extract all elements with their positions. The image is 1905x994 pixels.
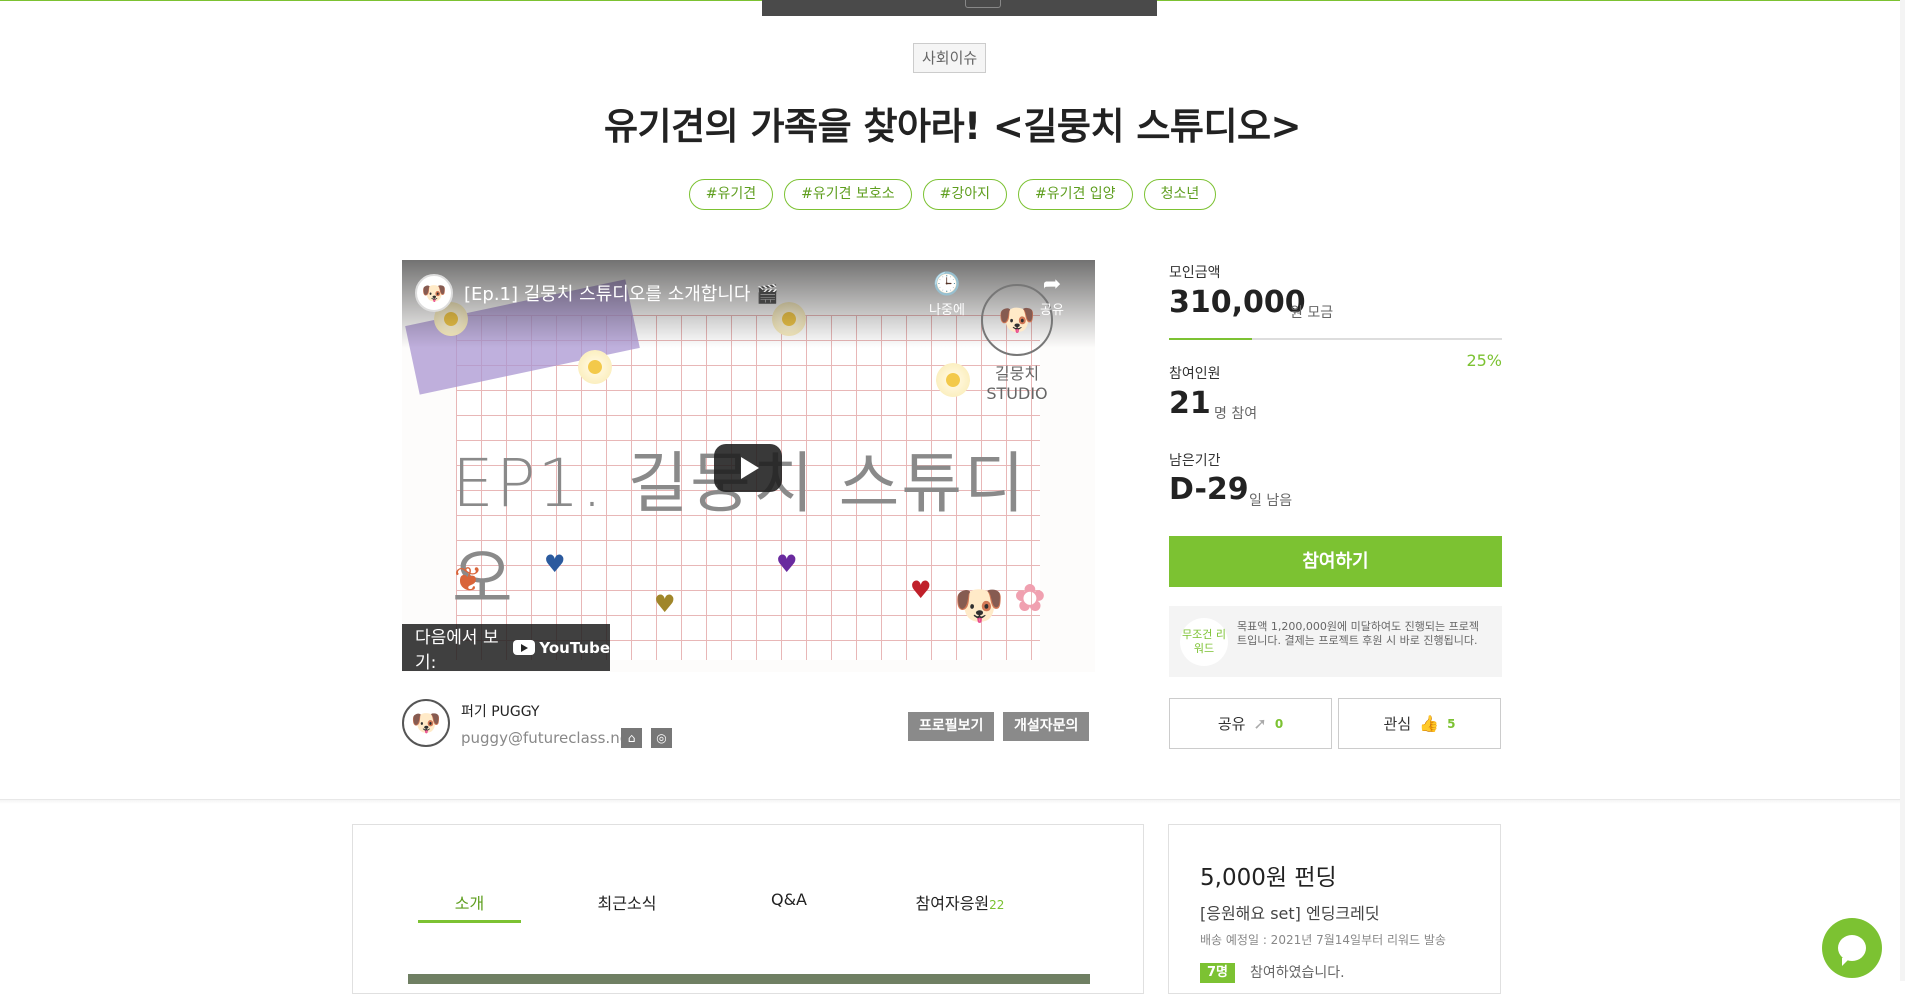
tab-label: 소개 bbox=[454, 894, 485, 913]
heart-icon: ♥ bbox=[910, 576, 932, 604]
like-count: 5 bbox=[1447, 716, 1456, 731]
category-badge: 사회이슈 bbox=[913, 43, 987, 73]
like-label: 관심 bbox=[1383, 715, 1412, 733]
reward-guarantee-badge: 무조건 리워드 bbox=[1180, 618, 1228, 666]
tag-item[interactable]: #유기견 bbox=[688, 179, 774, 210]
tab-qna[interactable]: Q&A bbox=[733, 890, 845, 923]
clock-icon: 🕒 bbox=[933, 272, 961, 297]
page-title: 유기견의 가족을 찾아라! <길뭉치 스튜디오> bbox=[603, 105, 1302, 148]
dog-icon: 🐶 bbox=[954, 583, 1004, 629]
video-share-label: 공유 bbox=[1040, 303, 1064, 318]
heart-icon: ♥ bbox=[654, 590, 676, 618]
join-button[interactable]: 참여하기 bbox=[1169, 536, 1502, 587]
content-tabs: 소개 최근소식 Q&A 참여자응원22 bbox=[418, 890, 1118, 923]
remaining-unit: 일 남음 bbox=[1249, 493, 1293, 509]
youtube-logo-text: YouTube bbox=[539, 638, 610, 657]
chat-bubble-icon bbox=[1838, 935, 1866, 966]
share-count: 0 bbox=[1274, 716, 1284, 731]
top-bar-tab[interactable] bbox=[965, 0, 1001, 8]
video-share-button[interactable]: ➦ 공유 bbox=[1024, 272, 1080, 318]
tag-list: #유기견 #유기견 보호소 #강아지 #유기견 입양 청소년 bbox=[0, 179, 1905, 210]
reward-participant-label: 참여하였습니다. bbox=[1250, 965, 1345, 981]
remaining-label: 남은기간 bbox=[1169, 453, 1221, 469]
flower-icon: ✿ bbox=[1014, 576, 1046, 620]
share-arrow-icon: ➦ bbox=[1042, 272, 1062, 297]
profile-button[interactable]: 프로필보기 bbox=[908, 712, 995, 741]
tag-item[interactable]: #유기견 보호소 bbox=[784, 179, 912, 210]
project-content-panel: 소개 최근소식 Q&A 참여자응원22 bbox=[352, 824, 1144, 994]
chat-button[interactable] bbox=[1822, 918, 1882, 978]
youtube-play-icon bbox=[513, 640, 536, 655]
reward-shipping-date: 배송 예정일 : 2021년 7월14일부터 리워드 발송 bbox=[1200, 933, 1446, 947]
heart-icon: ♥ bbox=[544, 550, 566, 578]
share-button[interactable]: 공유 ➚ 0 bbox=[1169, 698, 1332, 749]
reward-price: 5,000원 펀딩 bbox=[1200, 865, 1337, 891]
tab-label: 참여자응원 bbox=[915, 894, 990, 913]
reward-participant-count: 7명 bbox=[1200, 963, 1236, 983]
play-button[interactable] bbox=[714, 444, 782, 492]
tab-intro[interactable]: 소개 bbox=[418, 890, 521, 923]
raised-value: 310,000 bbox=[1169, 285, 1306, 320]
content-banner-image bbox=[408, 974, 1090, 984]
watch-later-label: 나중에 bbox=[929, 303, 965, 318]
tag-item[interactable]: #강아지 bbox=[922, 179, 1007, 210]
remaining-value: D-29 bbox=[1169, 472, 1249, 507]
reward-card[interactable]: 5,000원 펀딩 [응원해요 set] 엔딩크레딧 배송 예정일 : 2021… bbox=[1168, 824, 1501, 994]
creator-name: 퍼기 PUGGY bbox=[461, 704, 540, 720]
youtube-logo: YouTube bbox=[513, 639, 610, 657]
funding-progress-fill bbox=[1169, 338, 1253, 340]
tag-item[interactable]: #유기견 입양 bbox=[1017, 179, 1133, 210]
video-player[interactable]: EP1. 길뭉치 스튜디오 ♥ ♥ ♥ ♥ ❦ 🐶 ✿ 🐶 [Ep.1] 길뭉치… bbox=[402, 260, 1095, 672]
participants-label: 참여인원 bbox=[1169, 366, 1221, 382]
instagram-icon[interactable]: ◎ bbox=[651, 728, 672, 748]
reward-notice: 무조건 리워드 목표액 1,200,000원에 미달하여도 진행되는 프로젝트입… bbox=[1169, 606, 1502, 677]
reward-name: [응원해요 set] 엔딩크레딧 bbox=[1200, 904, 1380, 923]
reward-notice-text: 목표액 1,200,000원에 미달하여도 진행되는 프로젝트입니다. 결제는 … bbox=[1237, 620, 1480, 647]
tab-label: 최근소식 bbox=[597, 894, 657, 913]
participants-value: 21 bbox=[1169, 386, 1211, 421]
contact-creator-button[interactable]: 개설자문의 bbox=[1003, 712, 1090, 741]
tab-cheers-count: 22 bbox=[989, 898, 1005, 912]
participants-unit: 명 참여 bbox=[1214, 406, 1258, 422]
creator-email: puggy@futureclass.net bbox=[461, 729, 635, 747]
raised-label: 모인금액 bbox=[1169, 265, 1221, 281]
raised-unit: 원 모금 bbox=[1290, 305, 1334, 321]
funding-progress-percent: 25% bbox=[1466, 351, 1502, 370]
creator-avatar[interactable]: 🐶 bbox=[402, 699, 450, 747]
channel-avatar-icon[interactable]: 🐶 bbox=[415, 274, 453, 312]
thumbs-up-icon: 👍 bbox=[1419, 714, 1440, 733]
tag-item[interactable]: 청소년 bbox=[1143, 179, 1217, 210]
share-arrow-icon: ➚ bbox=[1253, 714, 1267, 733]
brand-text: 길뭉치 STUDIO bbox=[986, 364, 1048, 403]
tab-cheers[interactable]: 참여자응원22 bbox=[845, 890, 1075, 923]
home-icon[interactable]: ⌂ bbox=[621, 728, 642, 748]
tab-news[interactable]: 최근소식 bbox=[521, 890, 733, 923]
video-title[interactable]: [Ep.1] 길뭉치 스튜디오를 소개합니다 🎬 bbox=[464, 280, 779, 306]
watch-on-youtube-button[interactable]: 다음에서 보기: YouTube bbox=[402, 624, 610, 673]
share-label: 공유 bbox=[1217, 715, 1246, 733]
funding-progress-bar bbox=[1169, 338, 1502, 340]
like-button[interactable]: 관심 👍 5 bbox=[1338, 698, 1501, 749]
watch-later-button[interactable]: 🕒 나중에 bbox=[922, 272, 972, 318]
heart-icon: ♥ bbox=[776, 550, 798, 578]
tab-label: Q&A bbox=[770, 890, 807, 909]
watch-on-label: 다음에서 보기: bbox=[415, 627, 499, 673]
scrollbar-track[interactable] bbox=[1900, 0, 1905, 981]
tulip-icon: ❦ bbox=[454, 560, 483, 600]
flower-decoration bbox=[578, 350, 612, 384]
section-divider-shadow bbox=[0, 800, 1905, 804]
top-dark-bar bbox=[762, 0, 1157, 16]
